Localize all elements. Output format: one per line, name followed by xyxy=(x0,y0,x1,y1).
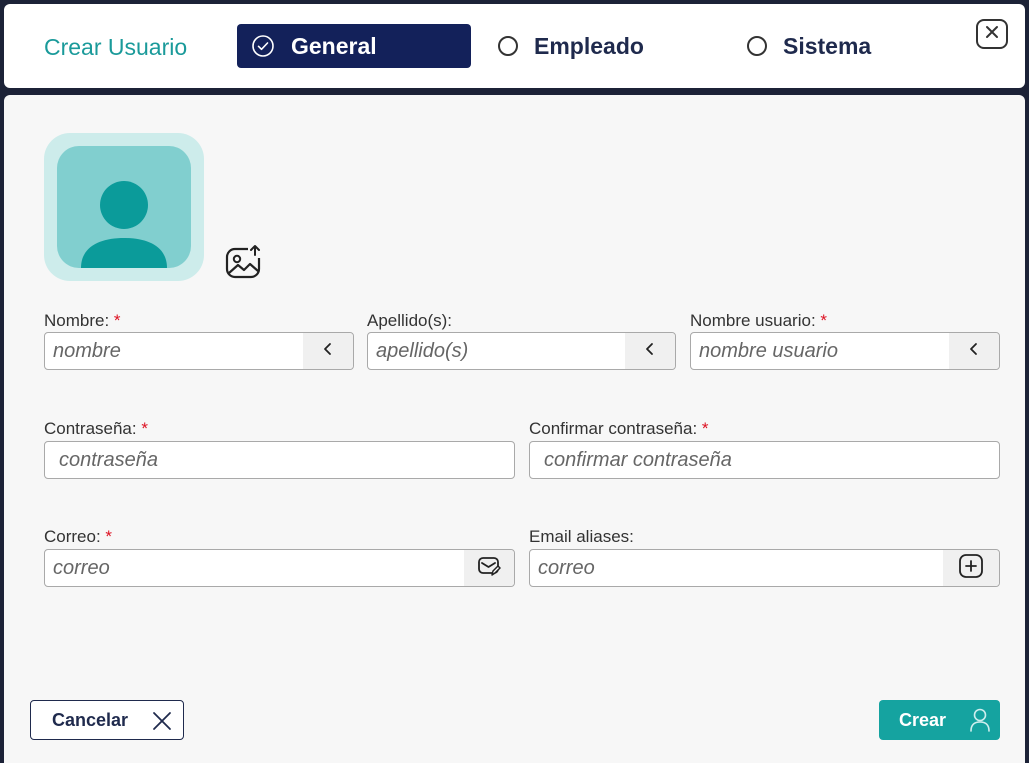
confirmar-label: Confirmar contraseña: * xyxy=(529,419,709,438)
image-upload-icon[interactable] xyxy=(224,243,264,286)
add-alias-button[interactable] xyxy=(943,550,999,586)
tab-empleado[interactable]: Empleado xyxy=(498,24,644,68)
apellido-chevron-button[interactable] xyxy=(625,333,675,369)
aliases-field xyxy=(529,549,1000,587)
cancel-button[interactable]: Cancelar xyxy=(30,700,184,740)
apellido-input[interactable] xyxy=(368,333,625,369)
create-button[interactable]: Crear xyxy=(879,700,1000,740)
correo-mail-button[interactable] xyxy=(464,550,514,586)
aliases-label: Email aliases: xyxy=(529,527,634,546)
user-avatar-icon xyxy=(57,146,191,268)
usuario-field xyxy=(690,332,1000,370)
correo-label: Correo: * xyxy=(44,527,113,546)
user-icon xyxy=(969,707,991,738)
nombre-label: Nombre: * xyxy=(44,311,121,330)
correo-input[interactable] xyxy=(45,550,464,586)
contrasena-label: Contraseña: * xyxy=(44,419,148,438)
nombre-chevron-button[interactable] xyxy=(303,333,353,369)
mail-edit-icon xyxy=(477,555,501,582)
cancel-button-label: Cancelar xyxy=(52,709,129,730)
chevron-left-icon xyxy=(968,342,980,361)
confirmar-field xyxy=(529,441,1000,479)
tab-general[interactable]: General xyxy=(237,24,471,68)
tab-sistema[interactable]: Sistema xyxy=(747,24,871,68)
tab-general-label: General xyxy=(291,32,377,59)
radio-icon xyxy=(498,36,518,56)
radio-icon xyxy=(747,36,767,56)
nombre-field xyxy=(44,332,354,370)
contrasena-input[interactable] xyxy=(45,442,514,478)
x-icon xyxy=(151,710,173,737)
tab-empleado-label: Empleado xyxy=(534,32,644,59)
form-panel: Nombre: * Apellido(s): Nombre usuario: * xyxy=(4,95,1025,763)
nombre-input[interactable] xyxy=(45,333,303,369)
avatar xyxy=(44,133,204,281)
apellido-label: Apellido(s): xyxy=(367,311,453,330)
chevron-left-icon xyxy=(322,342,334,361)
header-bar: Crear Usuario General Empleado Sistema xyxy=(4,4,1025,88)
correo-field xyxy=(44,549,515,587)
usuario-chevron-button[interactable] xyxy=(949,333,999,369)
close-icon xyxy=(985,25,999,44)
page-title: Crear Usuario xyxy=(44,34,188,60)
usuario-input[interactable] xyxy=(691,333,949,369)
close-button[interactable] xyxy=(976,19,1008,49)
aliases-input[interactable] xyxy=(530,550,949,586)
apellido-field xyxy=(367,332,676,370)
chevron-left-icon xyxy=(644,342,656,361)
create-button-label: Crear xyxy=(899,709,947,730)
confirmar-input[interactable] xyxy=(530,442,999,478)
usuario-label: Nombre usuario: * xyxy=(690,311,828,330)
plus-square-icon xyxy=(958,553,984,583)
tab-sistema-label: Sistema xyxy=(783,32,872,59)
contrasena-field xyxy=(44,441,515,479)
check-circle-icon xyxy=(251,34,275,58)
